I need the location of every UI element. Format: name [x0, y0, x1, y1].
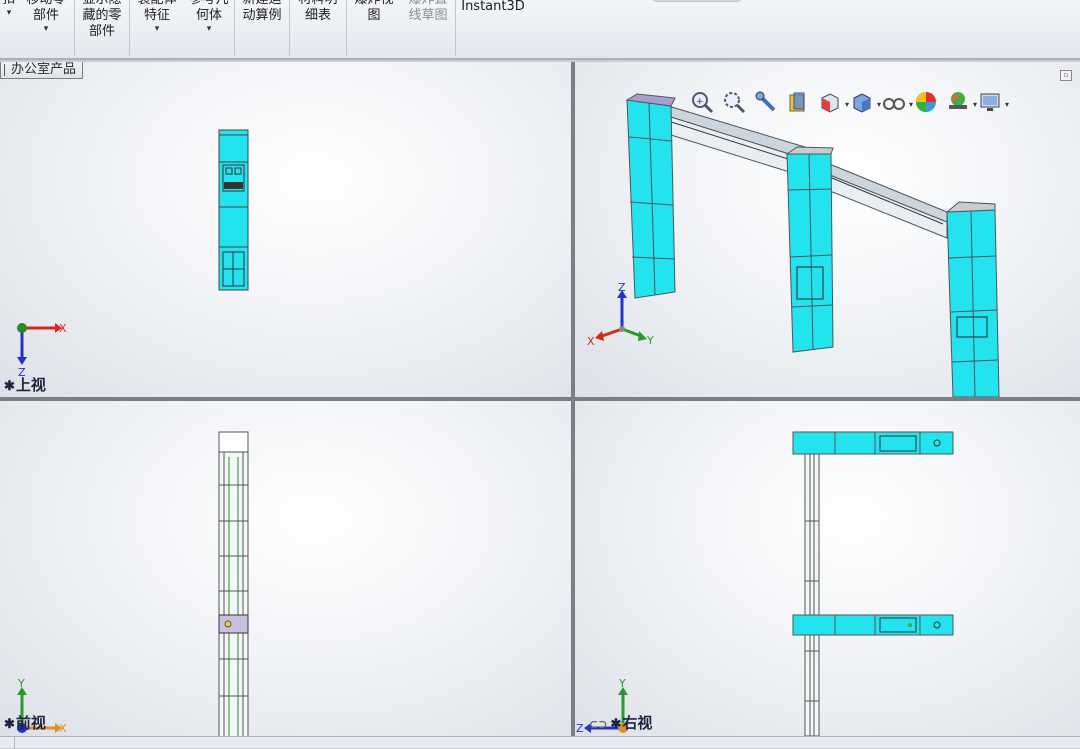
toolbar-group-6: 爆炸视 图 爆炸直 线草图 — [347, 0, 456, 56]
right-view-drawing: Y Z — [576, 431, 954, 736]
link-view-icon[interactable]: ⊂⊃ — [589, 718, 607, 731]
triad-z-label: Z — [618, 281, 626, 294]
isometric-view-model — [625, 93, 1000, 397]
exploded-view-button[interactable]: 爆炸视 图 — [347, 0, 401, 56]
toolbar-button-label: 材料明 细表 — [298, 0, 337, 23]
triad-x-label: X — [59, 322, 67, 335]
isometric-view-pane[interactable]: ▫ + ▾ ▾ ▾ ▾ ▾ Z X Y — [575, 62, 1080, 397]
toolbar-group-4: 新建运 动算例 — [235, 0, 290, 56]
toolbar-tab-handle[interactable] — [650, 0, 744, 2]
toolbar-button-label: 爆炸直 线草图 — [408, 0, 448, 23]
toolbar-button-label: 新建运 动算例 — [242, 0, 282, 23]
right-view-model — [792, 431, 954, 736]
front-view-model — [218, 431, 249, 736]
assembly-features-button[interactable]: 装配体 特征 ▾ — [130, 0, 184, 56]
top-view-model — [218, 129, 249, 291]
triad-x-label: X — [59, 722, 67, 735]
toolbar-button-label: 扣 — [2, 0, 15, 8]
view-label-right: ⊂⊃ ✱右视 — [589, 712, 652, 733]
front-view-pane[interactable]: Y X ✱前视 — [0, 401, 571, 736]
instant3d-button[interactable]: Instant3D — [456, 0, 530, 56]
triad-x-label: X — [587, 335, 595, 348]
show-hidden-components-button[interactable]: 显示隐 藏的零 部件 — [75, 0, 129, 56]
triad-y-label: Y — [646, 334, 654, 347]
toolbar-button-label: 参考几 何体 — [189, 0, 228, 23]
graphics-area: 办公室产品 X Z ✱上视 ▫ + ▾ ▾ ▾ ▾ ▾ Z X Y Y X ✱前… — [0, 62, 1080, 736]
toolbar-group-1: 扣 ▾ 移动零 部件 ▾ — [0, 0, 75, 56]
status-bar — [0, 736, 1080, 749]
dropdown-arrow-icon[interactable]: ▾ — [155, 24, 160, 34]
view-name: 上视 — [15, 376, 46, 394]
triad-z-label: Z — [576, 722, 584, 735]
dropdown-arrow-icon[interactable]: ▾ — [7, 8, 12, 18]
view-name: 右视 — [622, 714, 653, 732]
top-view-triad: X Z — [17, 322, 67, 379]
reference-geometry-button[interactable]: 参考几 何体 ▾ — [184, 0, 234, 56]
isometric-view-drawing: Z X Y — [587, 93, 1000, 397]
view-label-top: ✱上视 — [4, 374, 46, 395]
toolbar-button-label: 移动零 部件 — [26, 0, 65, 23]
right-view-pane[interactable]: Y Z ⊂⊃ ✱右视 — [575, 401, 1080, 736]
new-motion-study-button[interactable]: 新建运 动算例 — [235, 0, 289, 56]
view-sync-icon: ✱ — [4, 379, 15, 394]
front-view-drawing: Y X — [17, 431, 249, 736]
top-view-pane[interactable]: 办公室产品 X Z ✱上视 — [0, 62, 571, 397]
move-component-button[interactable]: 移动零 部件 ▾ — [18, 0, 74, 56]
bill-of-materials-button[interactable]: 材料明 细表 — [290, 0, 346, 56]
view-sync-icon: ✱ — [610, 717, 622, 732]
dropdown-arrow-icon[interactable]: ▾ — [207, 24, 212, 34]
view-sync-icon: ✱ — [4, 717, 15, 732]
toolbar-button-label: Instant3D — [461, 0, 525, 14]
toolbar-group-7: Instant3D — [456, 0, 530, 56]
toolbar-group-5: 材料明 细表 — [290, 0, 347, 56]
explode-line-sketch-button[interactable]: 爆炸直 线草图 — [401, 0, 455, 56]
toolbar-button-label: 显示隐 藏的零 部件 — [82, 0, 122, 39]
command-manager-toolbar: 扣 ▾ 移动零 部件 ▾ 显示隐 藏的零 部件 装配体 特征 ▾ 参考几 何体 … — [0, 0, 1080, 60]
view-label-front: ✱前视 — [4, 712, 46, 733]
toolbar-button-partial[interactable]: 扣 ▾ — [0, 0, 18, 56]
toolbar-button-label: 装配体 特征 — [137, 0, 176, 23]
triad-y-label: Y — [17, 677, 25, 690]
view-name: 前视 — [15, 714, 46, 732]
top-view-drawing: X Z — [17, 129, 249, 379]
dropdown-arrow-icon[interactable]: ▾ — [44, 24, 49, 34]
toolbar-button-label: 爆炸视 图 — [354, 0, 393, 23]
toolbar-group-2: 显示隐 藏的零 部件 — [75, 0, 130, 56]
triad-y-label: Y — [618, 677, 626, 690]
toolbar-group-3: 装配体 特征 ▾ 参考几 何体 ▾ — [130, 0, 235, 56]
